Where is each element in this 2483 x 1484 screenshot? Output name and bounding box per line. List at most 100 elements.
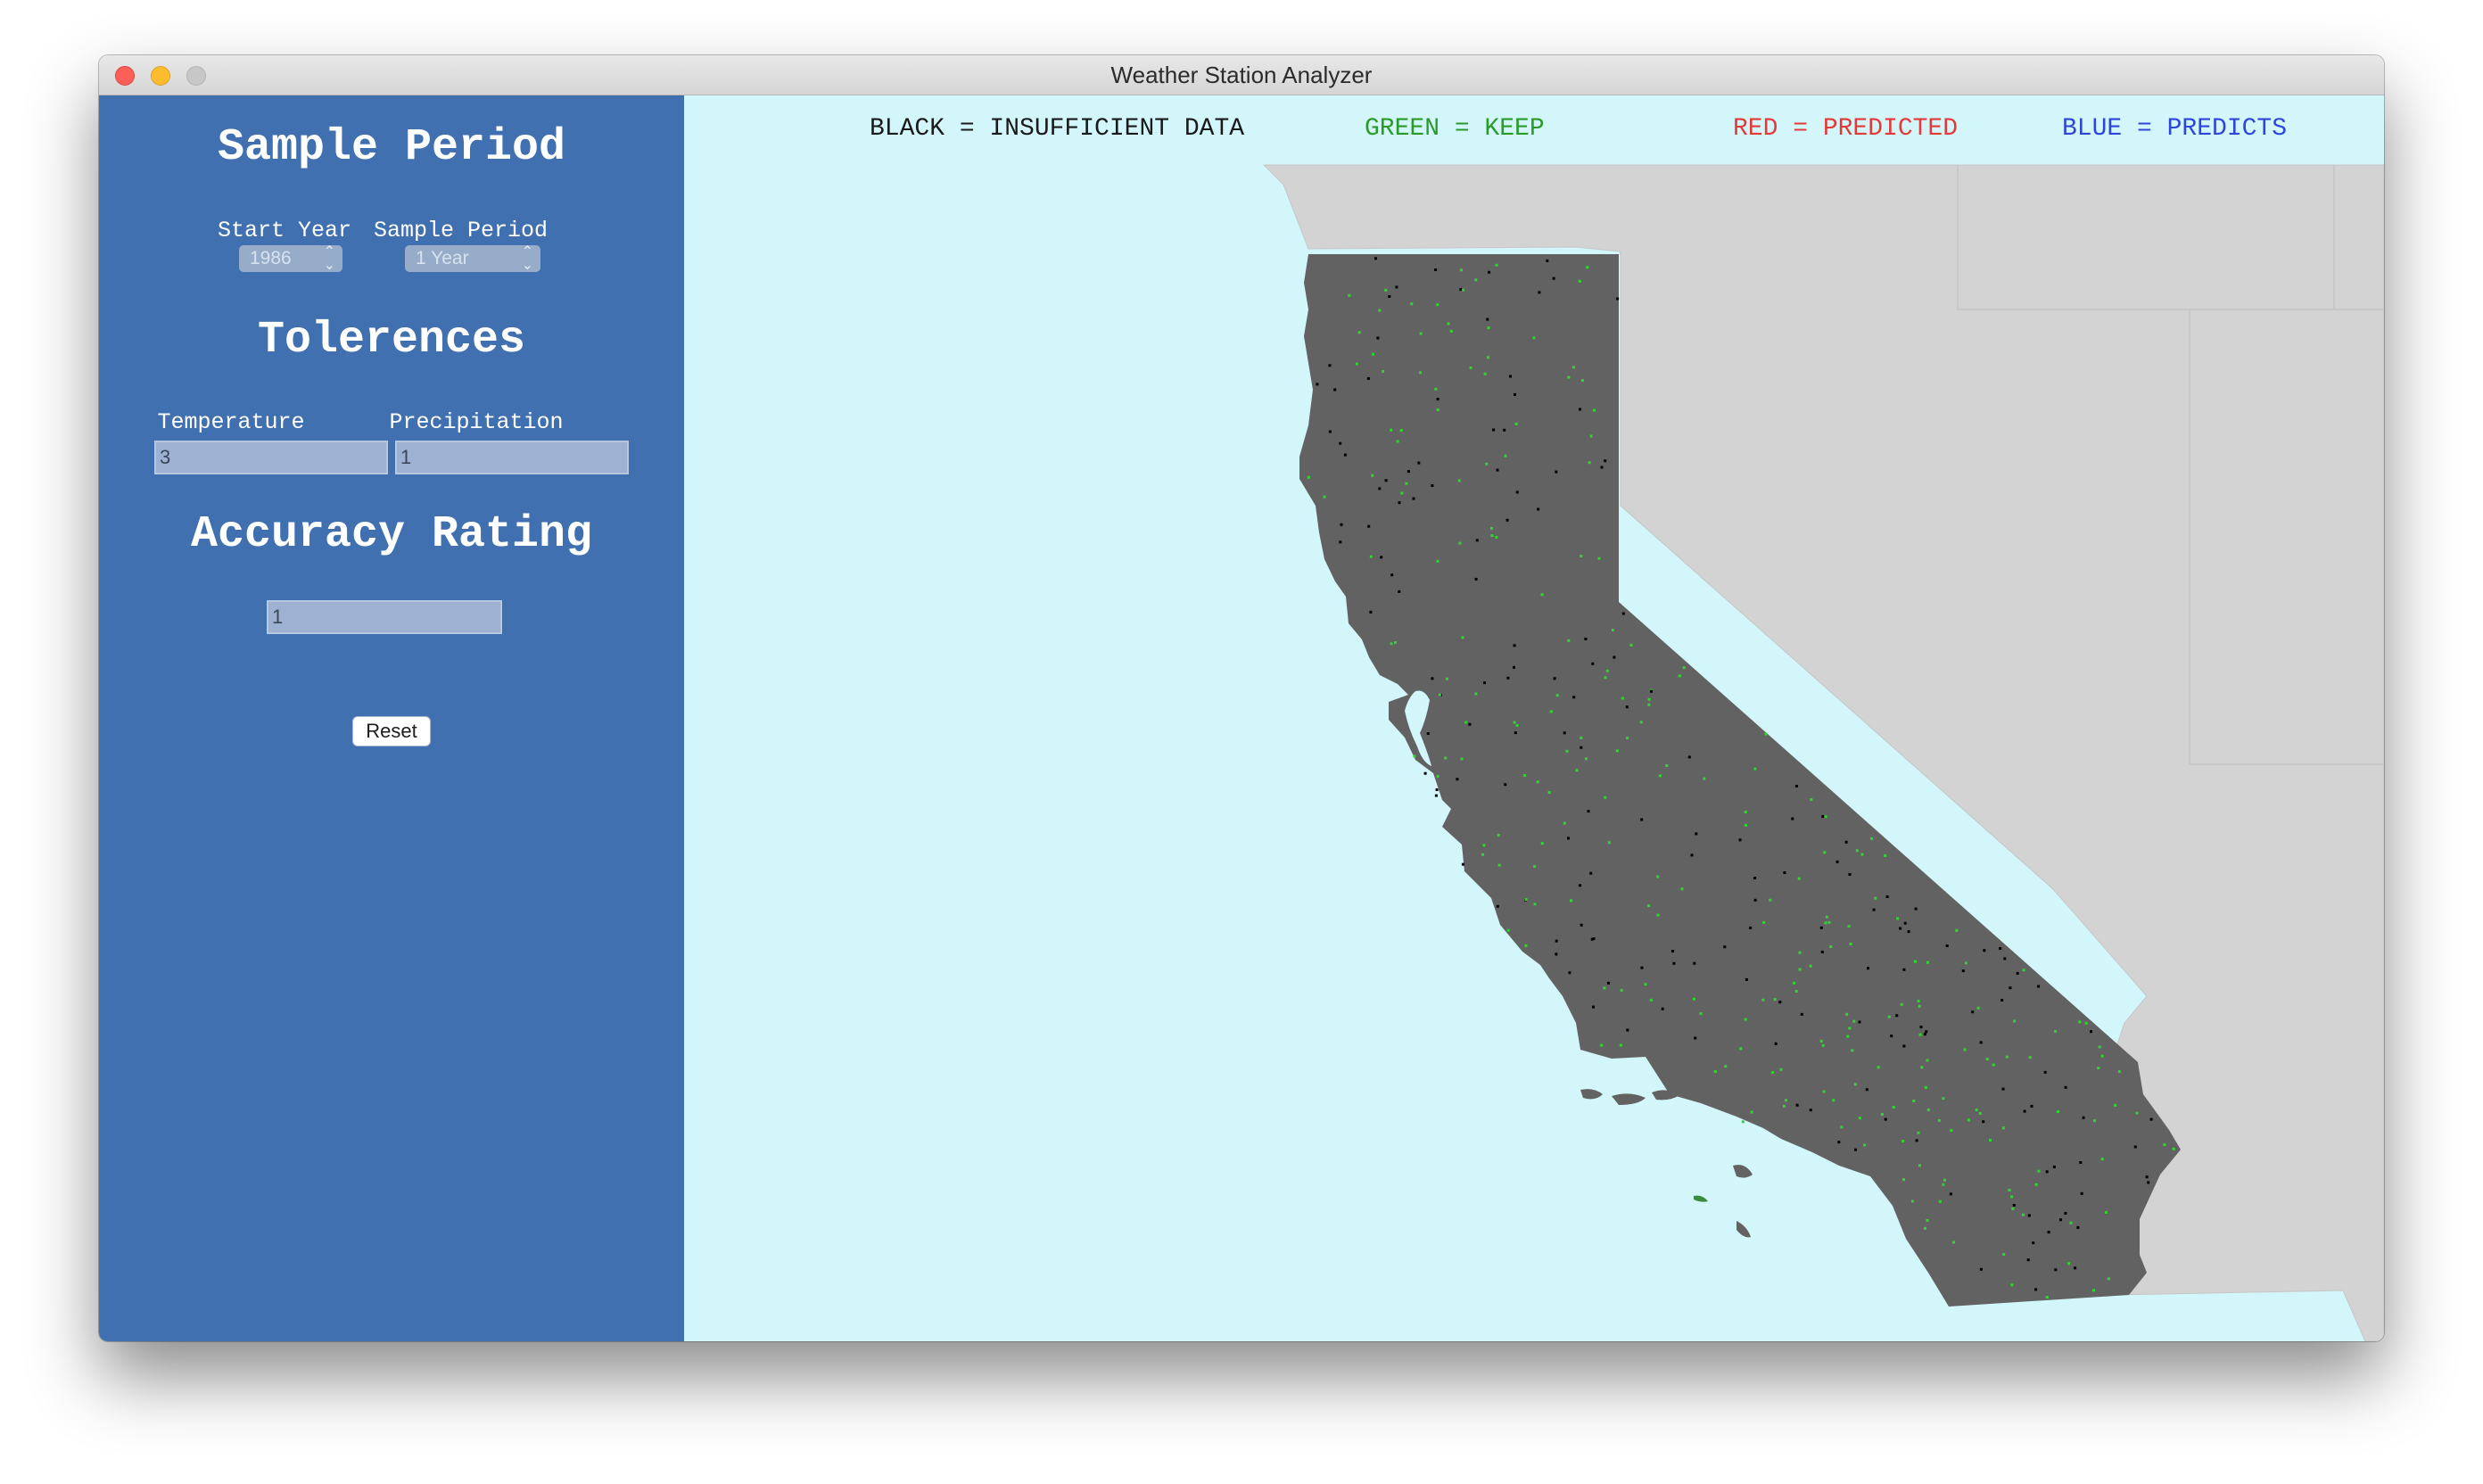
- station-marker: [1445, 677, 1448, 680]
- station-marker: [1919, 1026, 1923, 1029]
- station-marker: [1490, 534, 1494, 537]
- station-marker: [1820, 951, 1824, 953]
- station-marker: [2098, 1045, 2101, 1049]
- accuracy-rating-input[interactable]: 1: [267, 600, 502, 634]
- station-marker: [1694, 1036, 1697, 1040]
- station-marker: [1964, 961, 1967, 965]
- station-marker: [1656, 875, 1660, 878]
- station-marker: [1753, 898, 1757, 902]
- station-marker: [1798, 951, 1802, 954]
- reset-button[interactable]: Reset: [352, 716, 431, 746]
- station-marker: [1703, 777, 1706, 780]
- station-marker: [1640, 966, 1644, 969]
- station-marker: [1798, 968, 1802, 971]
- station-marker: [1616, 297, 1620, 301]
- station-marker: [1395, 285, 1398, 289]
- station-marker: [1514, 731, 1517, 735]
- station-marker: [1723, 945, 1727, 949]
- station-marker: [1449, 329, 1453, 333]
- station-marker: [1426, 732, 1430, 735]
- station-marker: [1824, 815, 1827, 819]
- station-marker: [1952, 1241, 1955, 1244]
- station-marker: [2010, 1195, 2013, 1199]
- station-marker: [2001, 1126, 2005, 1130]
- station-marker: [1505, 518, 1509, 522]
- precipitation-input[interactable]: 1: [395, 441, 629, 474]
- station-marker: [1469, 366, 1472, 369]
- station-marker: [1863, 1143, 1867, 1147]
- station-marker: [1553, 677, 1556, 680]
- station-marker: [2016, 971, 2019, 975]
- station-marker: [1474, 278, 1478, 282]
- app-window: Weather Station Analyzer Sample Period S…: [99, 55, 2384, 1341]
- station-marker: [1460, 757, 1464, 761]
- station-marker: [1847, 925, 1851, 928]
- start-year-value: 1986: [250, 248, 292, 268]
- station-marker: [1580, 736, 1583, 739]
- station-marker: [1431, 484, 1434, 487]
- station-marker: [1745, 823, 1747, 827]
- station-marker: [1926, 1219, 1929, 1222]
- station-marker: [1985, 1058, 1989, 1061]
- station-marker: [1671, 950, 1674, 952]
- station-marker: [1846, 1035, 1850, 1038]
- station-marker: [1524, 898, 1528, 902]
- sample-period-heading: Sample Period: [217, 122, 566, 173]
- station-marker: [1570, 899, 1572, 903]
- sample-period-select[interactable]: 1 Year ⌃ ⌄: [405, 244, 540, 273]
- station-marker: [1870, 837, 1874, 840]
- station-marker: [1649, 998, 1653, 1002]
- station-marker: [1483, 681, 1486, 685]
- station-marker: [2064, 1085, 2067, 1089]
- station-marker: [1483, 372, 1487, 375]
- title-bar: Weather Station Analyzer: [99, 55, 2384, 95]
- up-down-chevron-icon: ⌃ ⌄: [521, 244, 533, 273]
- station-marker: [1592, 408, 1596, 412]
- station-marker: [2078, 1020, 2082, 1024]
- station-marker: [1945, 944, 1949, 947]
- station-marker: [1773, 998, 1777, 1002]
- station-marker: [1587, 810, 1590, 813]
- station-marker: [2045, 1170, 2049, 1174]
- station-marker: [2030, 1104, 2033, 1108]
- station-marker: [1761, 998, 1765, 1002]
- station-marker: [1611, 629, 1614, 631]
- station-marker: [1629, 643, 1633, 647]
- station-marker: [2011, 1207, 2015, 1210]
- station-marker: [1887, 1015, 1891, 1018]
- station-marker: [1482, 844, 1486, 847]
- station-marker: [1744, 1018, 1747, 1021]
- station-marker: [1468, 722, 1472, 726]
- temperature-input[interactable]: 3: [154, 441, 388, 474]
- station-marker: [1333, 388, 1337, 392]
- station-marker: [2135, 1111, 2139, 1115]
- station-marker: [2023, 1109, 2026, 1113]
- station-marker: [2043, 1070, 2047, 1074]
- station-marker: [1665, 764, 1669, 767]
- california-map[interactable]: [684, 95, 2384, 1341]
- station-marker: [1431, 677, 1434, 680]
- station-marker: [1434, 268, 1438, 271]
- station-marker: [1339, 540, 1342, 544]
- station-marker: [1978, 1112, 1982, 1115]
- station-marker: [1406, 470, 1410, 474]
- station-marker: [1485, 462, 1489, 466]
- start-year-select[interactable]: 1986 ⌃ ⌄: [239, 245, 342, 273]
- station-marker: [1495, 535, 1498, 539]
- station-marker: [1992, 1063, 1995, 1067]
- station-marker: [1872, 908, 1876, 911]
- station-marker: [2013, 1019, 2017, 1023]
- station-marker: [1800, 1012, 1803, 1016]
- station-marker: [1783, 1104, 1786, 1108]
- station-marker: [1372, 352, 1375, 356]
- station-marker: [1907, 930, 1910, 934]
- station-marker: [1607, 981, 1610, 985]
- station-marker: [1461, 636, 1464, 639]
- station-marker: [1849, 943, 1852, 945]
- station-marker: [1774, 1042, 1778, 1045]
- station-marker: [1613, 655, 1616, 659]
- precipitation-label: Precipitation: [389, 409, 564, 435]
- station-marker: [1343, 453, 1347, 457]
- station-marker: [2080, 1191, 2083, 1195]
- station-marker: [1877, 1066, 1880, 1069]
